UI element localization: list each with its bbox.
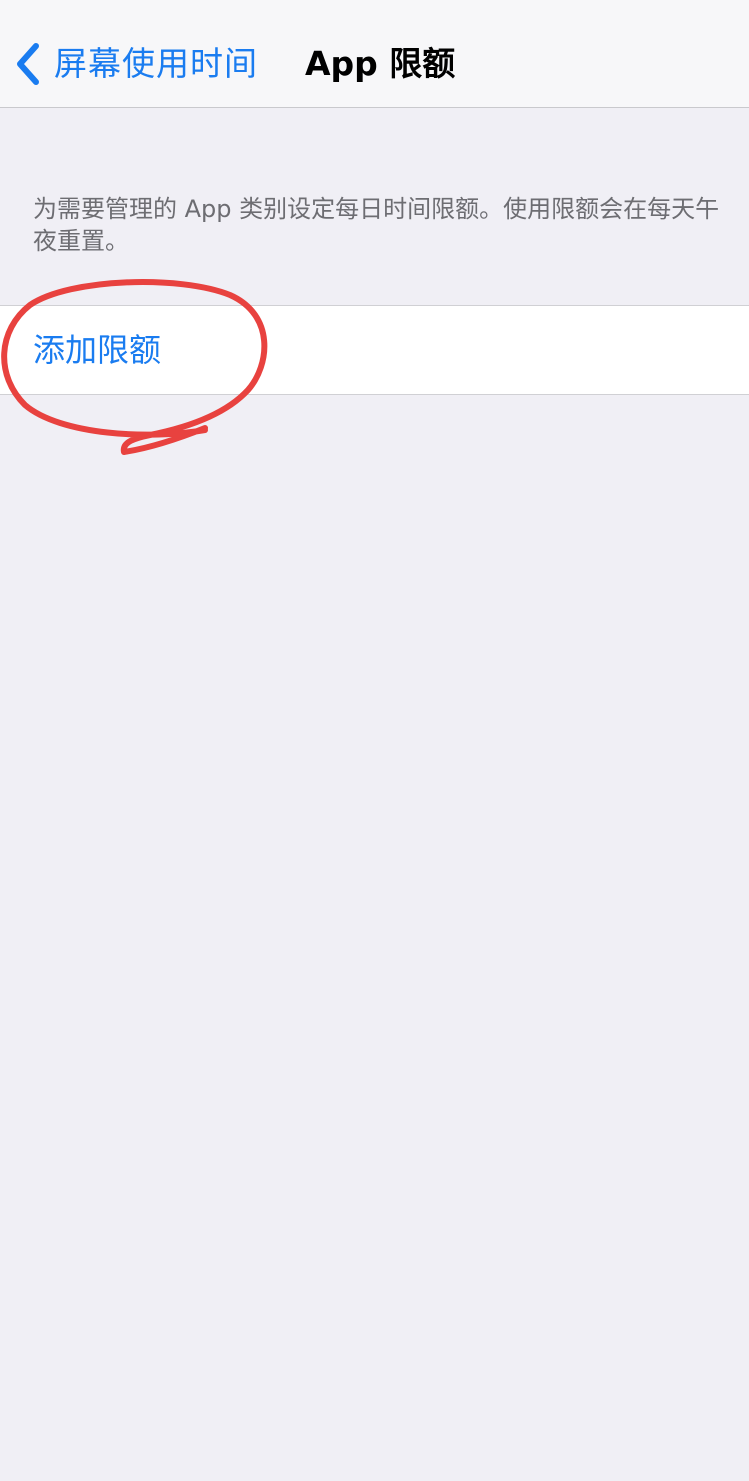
page-title: App 限额 xyxy=(305,44,456,83)
section-description: 为需要管理的 App 类别设定每日时间限额。使用限额会在每天午夜重置。 xyxy=(33,195,720,255)
back-button[interactable]: 屏幕使用时间 xyxy=(14,38,258,90)
add-limit-button[interactable]: 添加限额 xyxy=(33,306,161,394)
navigation-bar: 屏幕使用时间 App 限额 xyxy=(0,0,749,108)
back-button-label: 屏幕使用时间 xyxy=(54,44,258,83)
limits-group: 添加限额 xyxy=(0,305,749,395)
chevron-left-icon xyxy=(17,43,39,85)
